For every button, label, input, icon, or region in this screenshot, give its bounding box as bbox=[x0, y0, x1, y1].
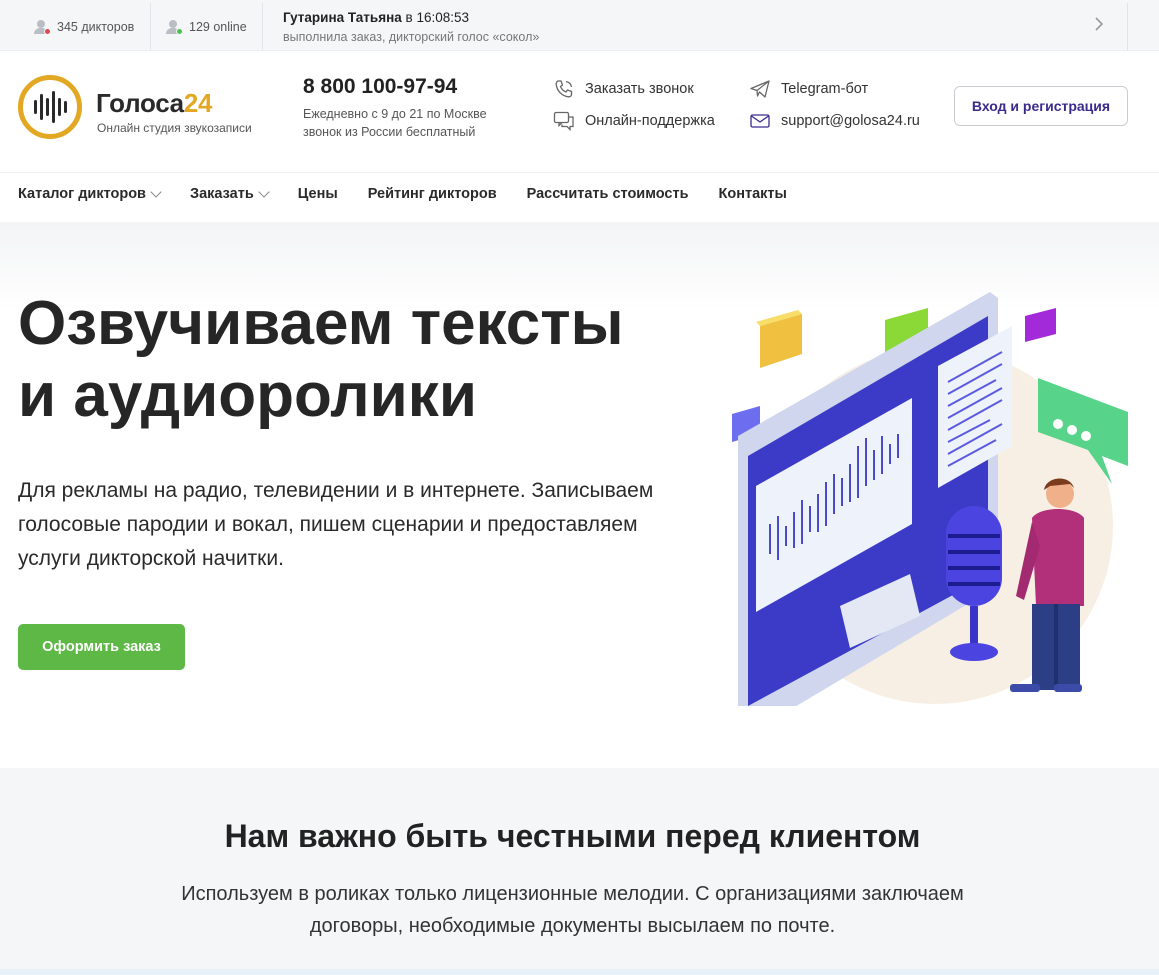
ticker-time: 16:08:53 bbox=[416, 10, 470, 25]
nav-item-catalog[interactable]: Каталог дикторов bbox=[18, 186, 162, 202]
chevron-right-icon[interactable] bbox=[1094, 17, 1104, 31]
divider bbox=[262, 3, 263, 50]
hero-title: Озвучиваем тексты и аудиоролики bbox=[18, 289, 624, 430]
hero-description: Для рекламы на радио, телевидении и в ин… bbox=[18, 479, 654, 570]
nav-item-calculate[interactable]: Рассчитать стоимость bbox=[527, 186, 689, 202]
online-stat[interactable]: 129 online bbox=[166, 3, 247, 50]
mail-icon bbox=[750, 114, 770, 128]
online-count: 129 online bbox=[189, 19, 247, 34]
logo-number: 24 bbox=[183, 88, 213, 118]
logo-tagline: Онлайн студия звукозаписи bbox=[97, 121, 252, 135]
order-button[interactable]: Оформить заказ bbox=[18, 624, 185, 670]
send-icon bbox=[750, 80, 770, 98]
phone-hours: Ежедневно с 9 до 21 по Москве звонок из … bbox=[303, 107, 487, 139]
bottom-strip bbox=[0, 969, 1159, 975]
honesty-section bbox=[0, 768, 1159, 975]
email-label: support@golosa24.ru bbox=[781, 113, 920, 129]
chevron-down-icon bbox=[258, 186, 270, 198]
phone-icon bbox=[555, 80, 573, 98]
callback-label: Заказать звонок bbox=[585, 81, 694, 97]
support-label: Онлайн-поддержка bbox=[585, 113, 715, 129]
honesty-title: Нам важно быть честными перед клиентом bbox=[224, 818, 921, 854]
honesty-text: Используем в роликах только лицензионные… bbox=[181, 883, 964, 937]
top-ticker-bar: 345 дикторов 129 online Гутарина Татьяна… bbox=[0, 0, 1159, 51]
nav-item-order[interactable]: Заказать bbox=[190, 186, 270, 202]
speakers-stat[interactable]: 345 дикторов bbox=[34, 3, 134, 50]
divider bbox=[1127, 3, 1128, 50]
nav-item-rating[interactable]: Рейтинг дикторов bbox=[368, 186, 497, 202]
email-link[interactable]: support@golosa24.ru bbox=[749, 110, 920, 132]
logo-name[interactable]: Голоса24 bbox=[96, 88, 212, 119]
chevron-down-icon bbox=[150, 186, 162, 198]
ticker-name: Гутарина Татьяна bbox=[283, 10, 402, 25]
logo-icon[interactable] bbox=[18, 75, 82, 139]
telegram-link[interactable]: Telegram-бот bbox=[749, 78, 868, 100]
main-nav: Каталог дикторов Заказать Цены Рейтинг д… bbox=[18, 186, 817, 202]
nav-divider bbox=[0, 172, 1159, 173]
ticker-message: Гутарина Татьяна в 16:08:53 выполнила за… bbox=[283, 3, 539, 50]
callback-link[interactable]: Заказать звонок bbox=[553, 78, 694, 100]
nav-item-contacts[interactable]: Контакты bbox=[719, 186, 787, 202]
user-online-icon bbox=[166, 19, 183, 35]
chat-icon bbox=[553, 111, 574, 132]
ticker-action: выполнила заказ, дикторский голос «сокол… bbox=[283, 30, 540, 44]
user-icon bbox=[34, 19, 51, 35]
nav-item-prices[interactable]: Цены bbox=[298, 186, 338, 202]
support-link[interactable]: Онлайн-поддержка bbox=[553, 110, 715, 132]
login-button[interactable]: Вход и регистрация bbox=[954, 86, 1128, 126]
phone-number[interactable]: 8 800 100-97-94 bbox=[303, 75, 457, 99]
telegram-label: Telegram-бот bbox=[781, 81, 869, 97]
divider bbox=[150, 3, 151, 50]
speakers-count: 345 дикторов bbox=[57, 19, 135, 34]
ticker-in: в bbox=[401, 10, 417, 25]
studio-illustration bbox=[732, 292, 1128, 706]
